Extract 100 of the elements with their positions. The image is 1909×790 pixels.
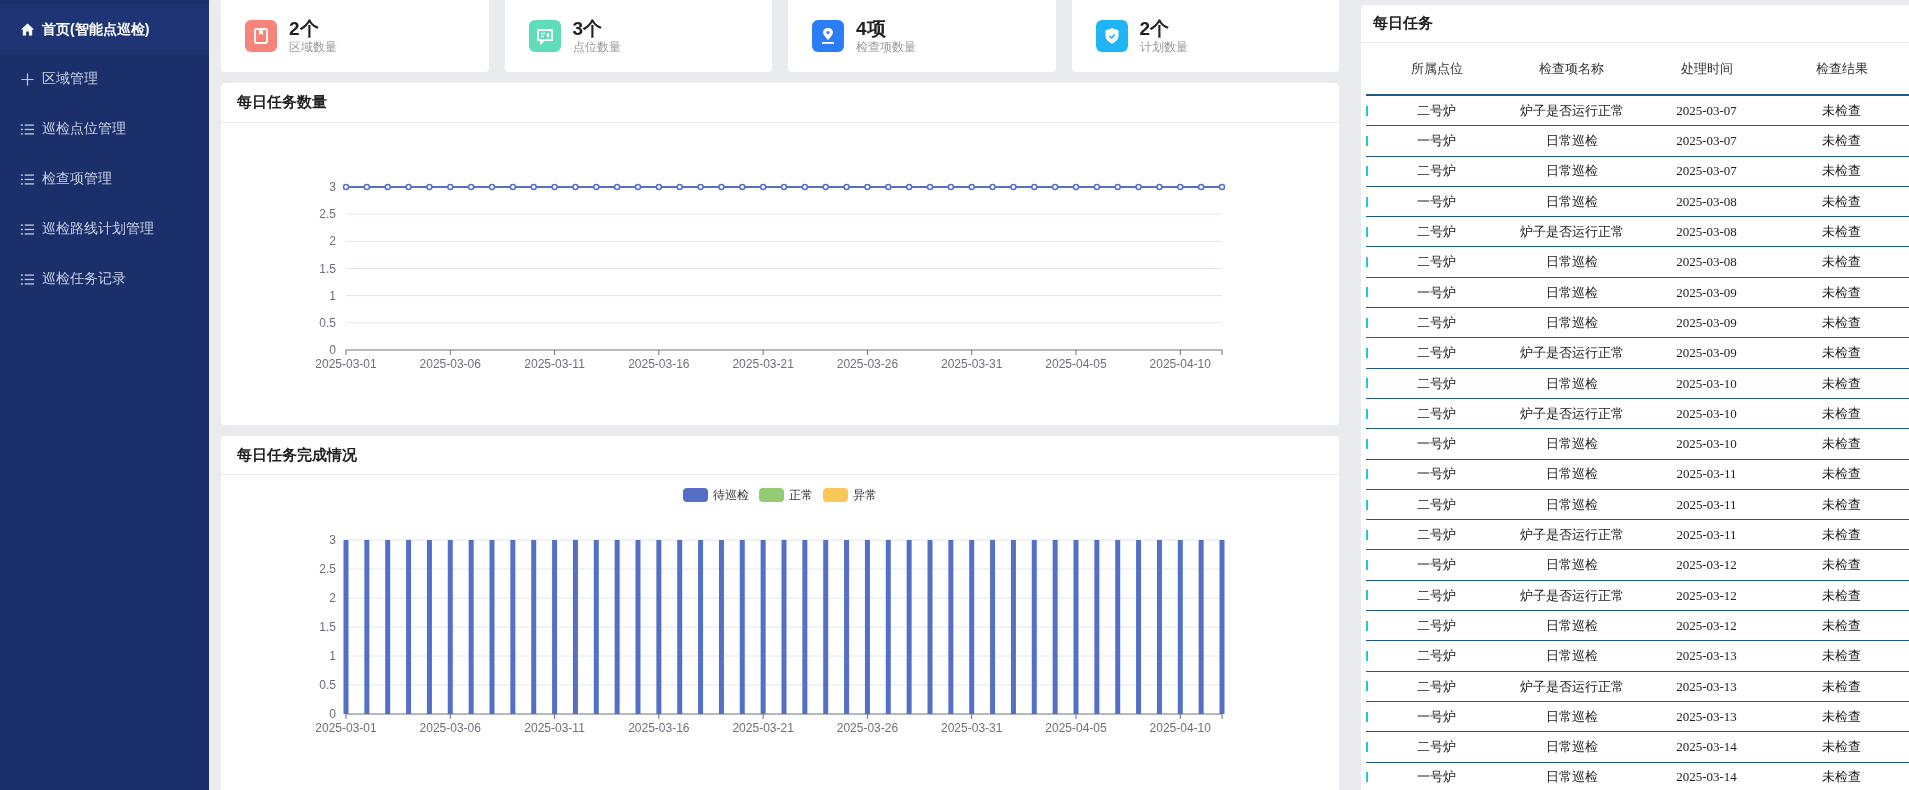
table-cell-text: 日常巡检 (1544, 192, 1599, 211)
axis-label: 2025-03-06 (419, 721, 481, 735)
table-cell-text: 未检查 (1821, 223, 1862, 242)
table-cell-text: 未检查 (1821, 586, 1862, 605)
stat-value: 2个 (289, 16, 320, 41)
table-cell-text: 二号炉 (1416, 677, 1457, 696)
table-cell-text: 日常巡检 (1544, 556, 1599, 575)
axis-label: 0.5 (319, 678, 336, 692)
table-cell-text: 2025-03-11 (1675, 526, 1738, 545)
table-cell-text: 二号炉 (1416, 344, 1457, 363)
axis-label: 2025-03-26 (836, 721, 899, 735)
axis-label: 1 (329, 649, 336, 663)
table-cell-text: 一号炉 (1416, 556, 1457, 575)
table-cell-text: 日常巡检 (1544, 313, 1599, 332)
table-cell-text: 未检查 (1821, 132, 1862, 151)
table-cell-text: 二号炉 (1416, 616, 1457, 635)
table-cell-text: 未检查 (1821, 616, 1862, 635)
axis-label: 0 (329, 707, 336, 721)
table-cell-text: 日常巡检 (1544, 495, 1599, 514)
table-cell-text: 日常巡检 (1544, 253, 1599, 272)
table-cell-text: 2025-03-07 (1675, 162, 1738, 181)
table-cell-text: 二号炉 (1416, 404, 1457, 423)
table-cell-text: 日常巡检 (1544, 647, 1599, 666)
axis-label: 2025-03-21 (732, 357, 794, 371)
table-cell-text: 未检查 (1821, 192, 1862, 211)
axis-label: 2025-04-10 (1149, 357, 1211, 371)
legend-label: 正常 (789, 487, 813, 504)
table-cell-text: 一号炉 (1416, 283, 1457, 302)
column-header: 处理时间 (1679, 59, 1734, 78)
axis-label: 2 (329, 234, 336, 249)
table-cell-text: 2025-03-12 (1675, 586, 1738, 605)
axis-label: 2 (329, 591, 336, 605)
stat-label: 计划数量 (1139, 40, 1188, 56)
axis-label: 2.5 (319, 562, 336, 576)
card-title: 每日任务数量 (221, 83, 1339, 123)
table-cell-text: 炉子是否运行正常 (1518, 344, 1625, 363)
table-cell-text: 未检查 (1821, 647, 1862, 666)
axis-label: 2025-03-16 (628, 721, 690, 735)
table-cell-text: 二号炉 (1416, 253, 1457, 272)
stat-label: 点位数量 (572, 40, 621, 56)
column-header: 所属点位 (1409, 59, 1464, 78)
table-cell-text: 炉子是否运行正常 (1518, 404, 1625, 423)
table-cell-text: 2025-03-13 (1675, 707, 1738, 726)
table-cell-text: 未检查 (1821, 495, 1862, 514)
table-cell-text: 2025-03-10 (1675, 404, 1738, 423)
table-cell-text: 未检查 (1821, 707, 1862, 726)
axis-label: 2025-03-26 (836, 357, 899, 371)
table-cell-text: 二号炉 (1416, 647, 1457, 666)
table-cell-text: 二号炉 (1416, 101, 1457, 120)
table-cell-text: 日常巡检 (1544, 435, 1599, 454)
axis-label: 2025-03-11 (524, 357, 585, 371)
table-cell-text: 2025-03-09 (1675, 344, 1738, 363)
table-cell-text: 2025-03-08 (1675, 192, 1738, 211)
table-cell-text: 2025-03-08 (1675, 253, 1738, 272)
table-cell-text: 2025-03-14 (1675, 768, 1738, 787)
stat-label: 检查项数量 (856, 40, 916, 56)
axis-label: 1.5 (319, 261, 336, 276)
table-cell-text: 日常巡检 (1544, 374, 1599, 393)
table-cell-text: 未检查 (1821, 738, 1862, 757)
axis-label: 2025-03-01 (315, 721, 377, 735)
table-cell-text: 日常巡检 (1544, 768, 1599, 787)
table-cell-text: 2025-03-13 (1675, 647, 1738, 666)
table-cell-text: 未检查 (1821, 344, 1862, 363)
table-cell-text: 未检查 (1821, 677, 1862, 696)
table-cell-text: 炉子是否运行正常 (1518, 586, 1625, 605)
table-cell-text: 一号炉 (1416, 768, 1457, 787)
axis-label: 2025-03-31 (941, 357, 1003, 371)
table-cell-text: 日常巡检 (1544, 738, 1599, 757)
table-cell-text: 日常巡检 (1544, 616, 1599, 635)
table-cell-text: 炉子是否运行正常 (1518, 223, 1625, 242)
column-header: 检查结果 (1814, 59, 1869, 78)
table-cell-text: 二号炉 (1416, 495, 1457, 514)
stat-value: 2个 (1139, 16, 1171, 41)
table-cell-text: 2025-03-07 (1675, 101, 1738, 120)
table-cell-text: 二号炉 (1416, 374, 1457, 393)
table-cell-text: 日常巡检 (1544, 162, 1599, 181)
table-cell-text: 一号炉 (1416, 707, 1457, 726)
table-cell-text: 日常巡检 (1544, 465, 1599, 484)
table-cell-text: 未检查 (1821, 465, 1862, 484)
axis-label: 1.5 (319, 620, 336, 634)
table-cell-text: 未检查 (1821, 313, 1862, 332)
column-header: 检查项名称 (1538, 59, 1605, 78)
table-cell-text: 2025-03-08 (1675, 223, 1738, 242)
stat-label: 区域数量 (289, 40, 337, 56)
axis-label: 2025-03-16 (628, 357, 690, 371)
table-cell-text: 未检查 (1821, 768, 1862, 787)
stat-value: 3个 (572, 16, 604, 41)
card-title: 每日任务完成情况 (221, 436, 1339, 475)
table-cell-text: 日常巡检 (1544, 132, 1599, 151)
table-cell-text: 一号炉 (1416, 435, 1457, 454)
table-cell-text: 一号炉 (1416, 465, 1457, 484)
table-cell-text: 未检查 (1821, 404, 1862, 423)
table-cell-text: 炉子是否运行正常 (1518, 101, 1625, 120)
table-cell-text: 未检查 (1821, 283, 1862, 302)
table-cell-text: 2025-03-09 (1675, 283, 1738, 302)
table-cell-text: 炉子是否运行正常 (1518, 526, 1625, 545)
table-cell-text: 二号炉 (1416, 738, 1457, 757)
table-cell-text: 2025-03-09 (1675, 313, 1738, 332)
axis-label: 2025-03-21 (732, 721, 794, 735)
table-cell-text: 二号炉 (1416, 586, 1457, 605)
